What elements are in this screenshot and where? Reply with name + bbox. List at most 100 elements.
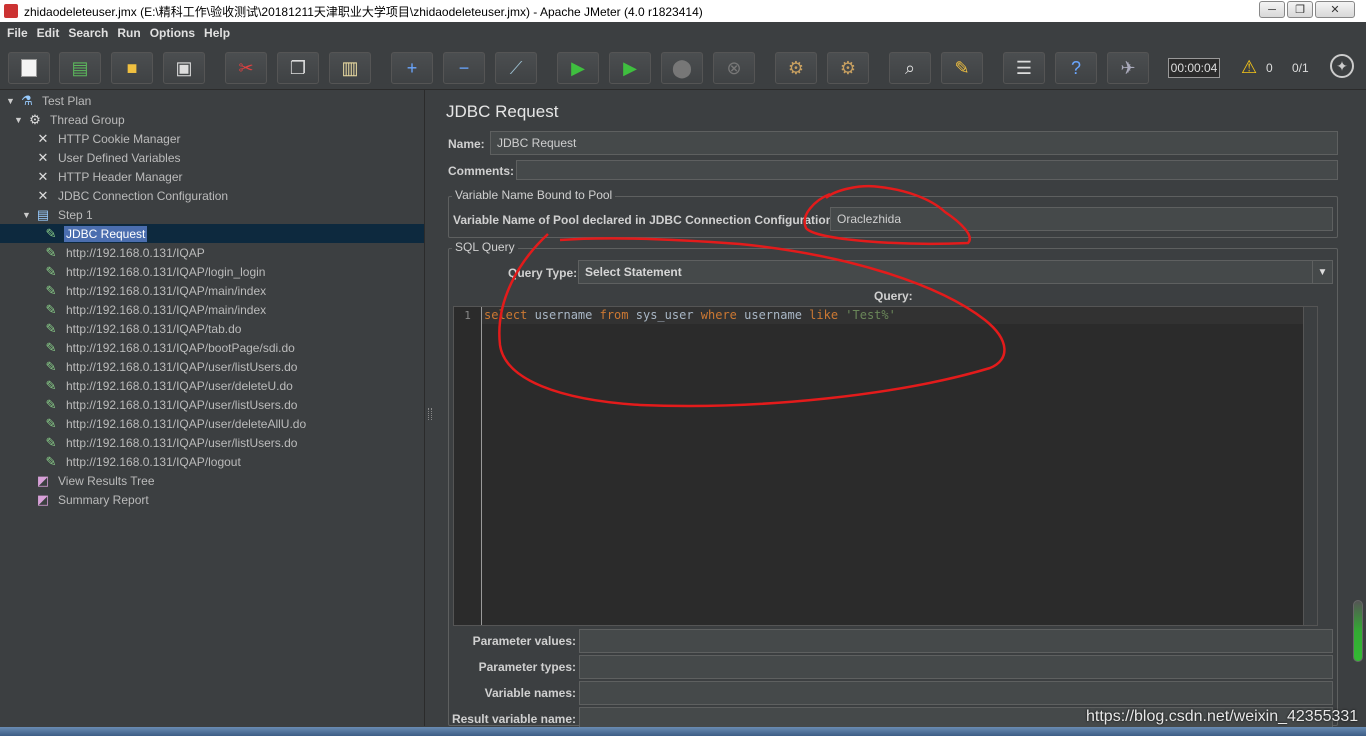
menu-bar: File Edit Search Run Options Help: [0, 22, 1366, 44]
tree-item-cookie-manager[interactable]: ✕ HTTP Cookie Manager: [34, 129, 183, 148]
wrench-icon: ✕: [37, 149, 49, 165]
tree-item-http-sampler[interactable]: ✎ http://192.168.0.131/IQAP/user/listUse…: [42, 395, 299, 414]
expand-arrow-icon[interactable]: ▼: [22, 210, 34, 220]
tree-item-test-plan[interactable]: ▼ ⚗ Test Plan: [6, 91, 93, 110]
tree-item-http-sampler[interactable]: ✎ http://192.168.0.131/IQAP/main/index: [42, 300, 268, 319]
tree-item-header-manager[interactable]: ✕ HTTP Header Manager: [34, 167, 185, 186]
tree-item-step1[interactable]: ▼ ▤ Step 1: [22, 205, 95, 224]
menu-file[interactable]: File: [4, 26, 34, 40]
tree-item-label: JDBC Request: [64, 225, 148, 242]
sql-identifier: username: [527, 308, 600, 322]
parameter-types-field[interactable]: [579, 655, 1333, 679]
function-helper-button[interactable]: ☰: [1003, 52, 1045, 84]
open-button[interactable]: ■: [111, 52, 153, 84]
pipette-icon: ✎: [45, 396, 57, 412]
jdbc-request-panel: JDBC Request Name: JDBC Request Comments…: [436, 90, 1366, 731]
warning-count: 0: [1266, 61, 1273, 75]
wrench-icon: ✕: [37, 130, 49, 146]
paste-button[interactable]: ▥: [329, 52, 371, 84]
tree-item-http-sampler[interactable]: ✎ http://192.168.0.131/IQAP/tab.do: [42, 319, 243, 338]
tree-item-http-sampler[interactable]: ✎ http://192.168.0.131/IQAP: [42, 243, 207, 262]
shutdown-button[interactable]: ⊗: [713, 52, 755, 84]
tree-item-jdbc-config[interactable]: ✕ JDBC Connection Configuration: [34, 186, 230, 205]
cut-button[interactable]: ✂: [225, 52, 267, 84]
sql-query-editor[interactable]: 1 select username from sys_user where us…: [453, 306, 1318, 626]
copy-button[interactable]: ❐: [277, 52, 319, 84]
variable-names-field[interactable]: [579, 681, 1333, 705]
menu-run[interactable]: Run: [114, 26, 146, 40]
query-type-select[interactable]: Select Statement ▼: [578, 260, 1333, 284]
clear-all-button[interactable]: ⚙: [827, 52, 869, 84]
active-threads: 0/1: [1292, 61, 1309, 75]
minimize-button[interactable]: ─: [1259, 1, 1285, 18]
help-button[interactable]: ?: [1055, 52, 1097, 84]
sql-identifier: username: [736, 308, 810, 322]
comments-field[interactable]: [516, 160, 1338, 180]
sql-keyword: select: [484, 308, 528, 322]
expand-arrow-icon[interactable]: ▼: [6, 96, 18, 106]
name-label: Name:: [448, 137, 485, 151]
sql-string: 'Test%': [838, 308, 896, 322]
menu-edit[interactable]: Edit: [34, 26, 66, 40]
reset-search-button[interactable]: ✎: [941, 52, 983, 84]
pipette-icon: ✎: [45, 453, 57, 469]
pipette-icon: ✎: [45, 377, 57, 393]
tree-item-http-sampler[interactable]: ✎ http://192.168.0.131/IQAP/bootPage/sdi…: [42, 338, 297, 357]
new-icon: [21, 59, 37, 77]
tree-item-label: http://192.168.0.131/IQAP/user/listUsers…: [66, 397, 298, 412]
tree-item-view-results-tree[interactable]: ◩ View Results Tree: [34, 471, 157, 490]
tree-item-http-sampler[interactable]: ✎ http://192.168.0.131/IQAP/user/listUse…: [42, 357, 299, 376]
warning-icon[interactable]: ⚠: [1241, 57, 1257, 78]
chart-icon: ◩: [36, 472, 50, 488]
search-button[interactable]: ⌕: [889, 52, 931, 84]
expand-button[interactable]: +: [391, 52, 433, 84]
tree-item-jdbc-request[interactable]: ✎ JDBC Request: [0, 224, 424, 243]
tree-item-thread-group[interactable]: ▼ ⚙ Thread Group: [14, 110, 127, 129]
tree-item-http-sampler[interactable]: ✎ http://192.168.0.131/IQAP/logout: [42, 452, 243, 471]
panel-scrollbar[interactable]: [1353, 600, 1363, 662]
pool-name-field[interactable]: Oraclezhida: [830, 207, 1333, 231]
remote-globe-icon[interactable]: ✦: [1330, 54, 1354, 78]
pool-group-title: Variable Name Bound to Pool: [452, 188, 616, 202]
query-type-label: Query Type:: [508, 266, 578, 280]
clear-icon: ⚙: [787, 57, 805, 78]
tree-item-summary-report[interactable]: ◩ Summary Report: [34, 490, 151, 509]
tree-item-http-sampler[interactable]: ✎ http://192.168.0.131/IQAP/user/deleteU…: [42, 376, 295, 395]
parameter-values-field[interactable]: [579, 629, 1333, 653]
menu-search[interactable]: Search: [65, 26, 114, 40]
tree-item-http-sampler[interactable]: ✎ http://192.168.0.131/IQAP/user/deleteA…: [42, 414, 308, 433]
clear-button[interactable]: ⚙: [775, 52, 817, 84]
expand-arrow-icon[interactable]: ▼: [14, 115, 26, 125]
close-button[interactable]: ✕: [1315, 1, 1355, 18]
pipette-icon: ✎: [45, 320, 57, 336]
maximize-button[interactable]: ❐: [1287, 1, 1313, 18]
new-button[interactable]: [8, 52, 50, 84]
tree-item-http-sampler[interactable]: ✎ http://192.168.0.131/IQAP/login_login: [42, 262, 267, 281]
chart-icon: ◩: [36, 491, 50, 507]
tree-item-label: Summary Report: [58, 492, 149, 507]
collapse-button[interactable]: −: [443, 52, 485, 84]
templates-button[interactable]: ▤: [59, 52, 101, 84]
code-line[interactable]: select username from sys_user where user…: [482, 307, 1317, 324]
tree-item-http-sampler[interactable]: ✎ http://192.168.0.131/IQAP/main/index: [42, 281, 268, 300]
stop-button[interactable]: ⬤: [661, 52, 703, 84]
editor-scrollbar[interactable]: [1303, 307, 1317, 625]
toggle-button[interactable]: ⟋: [495, 52, 537, 84]
tree-item-user-vars[interactable]: ✕ User Defined Variables: [34, 148, 183, 167]
shutdown-icon: ⊗: [726, 57, 742, 78]
tree-item-http-sampler[interactable]: ✎ http://192.168.0.131/IQAP/user/listUse…: [42, 433, 299, 452]
split-pane-divider[interactable]: [426, 90, 434, 726]
tree-item-label: http://192.168.0.131/IQAP/tab.do: [66, 321, 242, 336]
tree-item-label: http://192.168.0.131/IQAP: [66, 245, 205, 260]
name-field[interactable]: JDBC Request: [490, 131, 1338, 155]
start-no-pause-button[interactable]: ▶: [609, 52, 651, 84]
chevron-down-icon[interactable]: ▼: [1312, 261, 1332, 283]
pipette-icon: ✎: [45, 358, 57, 374]
menu-help[interactable]: Help: [201, 26, 236, 40]
save-button[interactable]: ▣: [163, 52, 205, 84]
start-button[interactable]: ▶: [557, 52, 599, 84]
divider-grip-icon[interactable]: [428, 408, 432, 420]
wrench-icon: ✕: [37, 168, 49, 184]
log-viewer-button[interactable]: ✈: [1107, 52, 1149, 84]
menu-options[interactable]: Options: [147, 26, 201, 40]
